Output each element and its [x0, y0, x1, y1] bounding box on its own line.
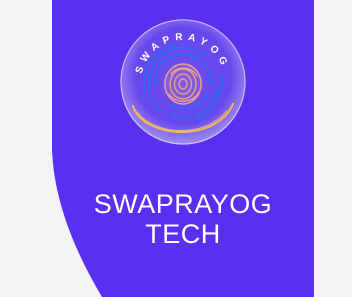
page: SWAPRAYOG SWAPRAYOG TECH [0, 0, 352, 297]
logo: SWAPRAYOG [115, 14, 251, 150]
fingerprint-circuit-icon: SWAPRAYOG [120, 19, 246, 145]
brand-card: SWAPRAYOG SWAPRAYOG TECH [52, 0, 314, 297]
brand-name-line2: TECH [145, 219, 221, 249]
brand-name-line1: SWAPRAYOG [93, 189, 273, 219]
